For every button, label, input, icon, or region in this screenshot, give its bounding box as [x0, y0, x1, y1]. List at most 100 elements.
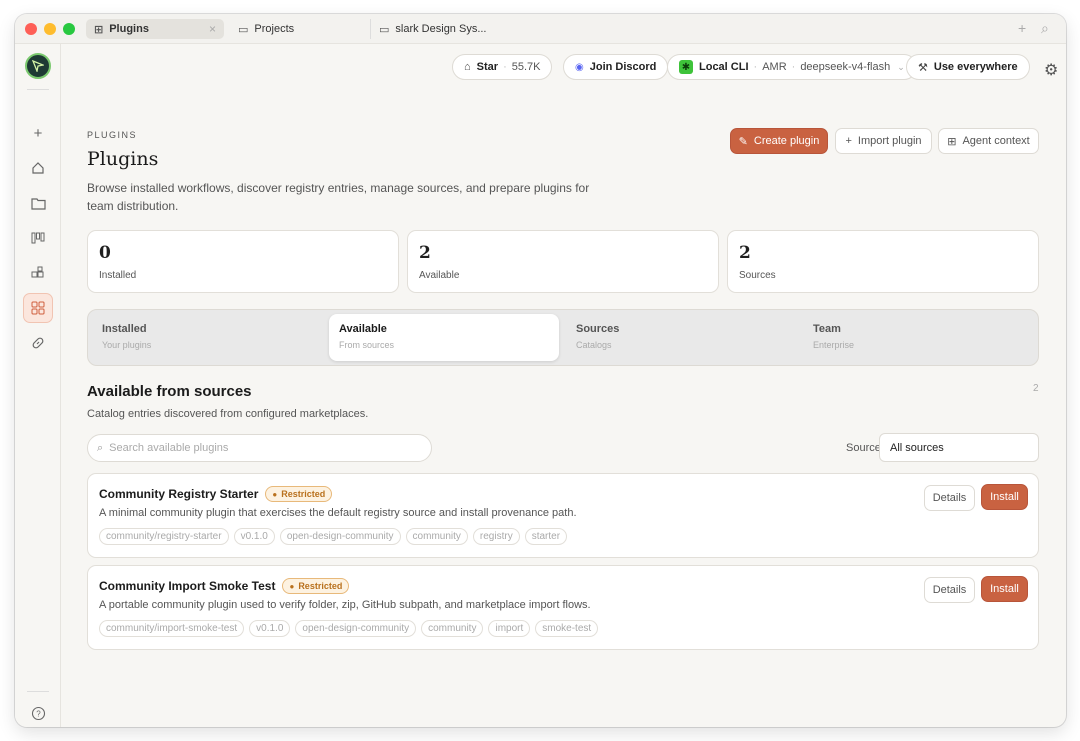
cli-logo-icon: ✱	[679, 60, 693, 74]
badge-label: Restricted	[281, 489, 326, 499]
cli-region: AMR	[762, 61, 787, 73]
svg-text:?: ?	[36, 709, 41, 718]
tab-label: Projects	[254, 23, 295, 35]
search-input[interactable]: ⌕ Search available plugins	[87, 434, 432, 462]
stat-available: 2 Available	[407, 230, 719, 293]
stat-label: Available	[419, 270, 460, 281]
plugin-tags: community/registry-starter v0.1.0 open-d…	[99, 528, 568, 545]
new-tab-button[interactable]: +	[1018, 20, 1026, 36]
gear-icon[interactable]: ⚙	[1044, 60, 1058, 80]
restricted-badge: ● Restricted	[282, 578, 350, 594]
stat-label: Installed	[99, 270, 137, 281]
tab-available[interactable]: Available From sources	[329, 314, 559, 361]
maximize-window-button[interactable]	[63, 23, 75, 35]
source-select[interactable]: All sources	[879, 433, 1039, 462]
tab-subtitle: From sources	[339, 340, 395, 350]
plugin-description: A minimal community plugin that exercise…	[99, 507, 577, 519]
page-title: Plugins	[87, 148, 159, 170]
plus-icon: +	[845, 135, 852, 147]
home-icon[interactable]	[23, 153, 53, 183]
tag: community/registry-starter	[99, 528, 229, 545]
details-button[interactable]: Details	[924, 577, 975, 603]
tag: starter	[524, 528, 568, 545]
install-button[interactable]: Install	[981, 484, 1028, 510]
github-star-button[interactable]: ⌂ Star · 55.7K	[452, 54, 553, 80]
tag: community	[405, 528, 468, 545]
restricted-badge: ● Restricted	[265, 486, 333, 502]
plugin-card: Community Import Smoke Test ● Restricted…	[87, 565, 1039, 650]
dot-icon: ●	[289, 581, 295, 591]
kanban-icon[interactable]	[23, 223, 53, 253]
discord-icon: ◉	[575, 61, 584, 73]
tab-team[interactable]: Team Enterprise	[803, 314, 1033, 361]
stat-sources: 2 Sources	[727, 230, 1039, 293]
section-title: Available from sources	[87, 383, 252, 400]
plugin-description: A portable community plugin used to veri…	[99, 599, 591, 611]
agent-context-button[interactable]: ⊞ Agent context	[938, 128, 1039, 154]
stat-value: 2	[739, 243, 751, 263]
use-everywhere-label: Use everywhere	[933, 61, 1018, 73]
tab-subtitle: Enterprise	[813, 340, 855, 350]
cli-label: Local CLI	[699, 61, 749, 73]
tag: v0.1.0	[249, 620, 291, 637]
tab-plugins[interactable]: ⊞ Plugins ×	[86, 19, 224, 39]
tag: community/import-smoke-test	[99, 620, 245, 637]
grid-icon: ⊞	[94, 23, 104, 36]
page-eyebrow: PLUGINS	[87, 130, 138, 140]
create-plugin-label: Create plugin	[753, 135, 820, 147]
use-everywhere-button[interactable]: ⚒ Use everywhere	[906, 54, 1030, 80]
tab-projects[interactable]: ▭ Projects	[230, 19, 302, 39]
search-icon[interactable]: ⌕	[1041, 20, 1049, 37]
components-icon[interactable]	[23, 258, 53, 288]
link-icon[interactable]	[23, 328, 53, 358]
app-logo[interactable]	[25, 53, 51, 79]
tab-subtitle: Catalogs	[576, 340, 612, 350]
source-label: Source	[846, 442, 881, 454]
tab-slark-design[interactable]: ▭ slark Design Sys...	[370, 19, 495, 39]
plugin-name: Community Registry Starter	[99, 487, 259, 501]
join-discord-button[interactable]: ◉ Join Discord	[563, 54, 669, 80]
plugin-card: Community Registry Starter ● Restricted …	[87, 473, 1039, 558]
folder-icon: ▭	[238, 23, 249, 36]
tab-installed[interactable]: Installed Your plugins	[92, 314, 322, 361]
edit-icon: ✎	[738, 135, 748, 148]
details-button[interactable]: Details	[924, 485, 975, 511]
sidebar: + ?	[15, 44, 61, 727]
stat-label: Sources	[739, 270, 776, 281]
import-plugin-button[interactable]: + Import plugin	[835, 128, 932, 154]
close-icon[interactable]: ×	[209, 22, 216, 36]
tab-title: Installed	[102, 323, 147, 335]
title-bar: ⊞ Plugins × ▭ Projects ▭ slark Design Sy…	[15, 14, 1066, 44]
add-icon[interactable]: +	[23, 118, 53, 148]
cli-model: deepseek-v4-flash	[800, 61, 891, 73]
tab-title: Team	[813, 323, 841, 335]
section-subtitle: Catalog entries discovered from configur…	[87, 408, 369, 420]
help-icon[interactable]: ?	[23, 698, 53, 727]
create-plugin-button[interactable]: ✎ Create plugin	[730, 128, 828, 154]
github-icon: ⌂	[464, 61, 471, 73]
tag: smoke-test	[535, 620, 599, 637]
stat-installed: 0 Installed	[87, 230, 399, 293]
app-window: ⊞ Plugins × ▭ Projects ▭ slark Design Sy…	[15, 14, 1066, 727]
tag: v0.1.0	[233, 528, 275, 545]
tab-title: Sources	[576, 323, 620, 335]
star-label: Star	[476, 61, 499, 73]
stat-value: 2	[419, 243, 431, 263]
tab-sources[interactable]: Sources Catalogs	[566, 314, 796, 361]
plugins-icon[interactable]	[23, 293, 53, 323]
dot-icon: ●	[272, 489, 278, 499]
discord-label: Join Discord	[589, 61, 657, 73]
import-plugin-label: Import plugin	[857, 135, 922, 147]
close-window-button[interactable]	[25, 23, 37, 35]
plugin-name: Community Import Smoke Test	[99, 579, 276, 593]
install-button[interactable]: Install	[981, 576, 1028, 602]
minimize-window-button[interactable]	[44, 23, 56, 35]
search-icon: ⌕	[97, 441, 104, 454]
tag: open-design-community	[295, 620, 417, 637]
stat-value: 0	[99, 243, 111, 263]
folder-icon[interactable]	[23, 188, 53, 218]
section-count: 2	[1033, 383, 1039, 394]
cli-model-selector[interactable]: ✱ Local CLI · AMR · deepseek-v4-flash ⌄	[667, 54, 917, 80]
tag: open-design-community	[279, 528, 401, 545]
page-subtitle: Browse installed workflows, discover reg…	[87, 181, 590, 213]
